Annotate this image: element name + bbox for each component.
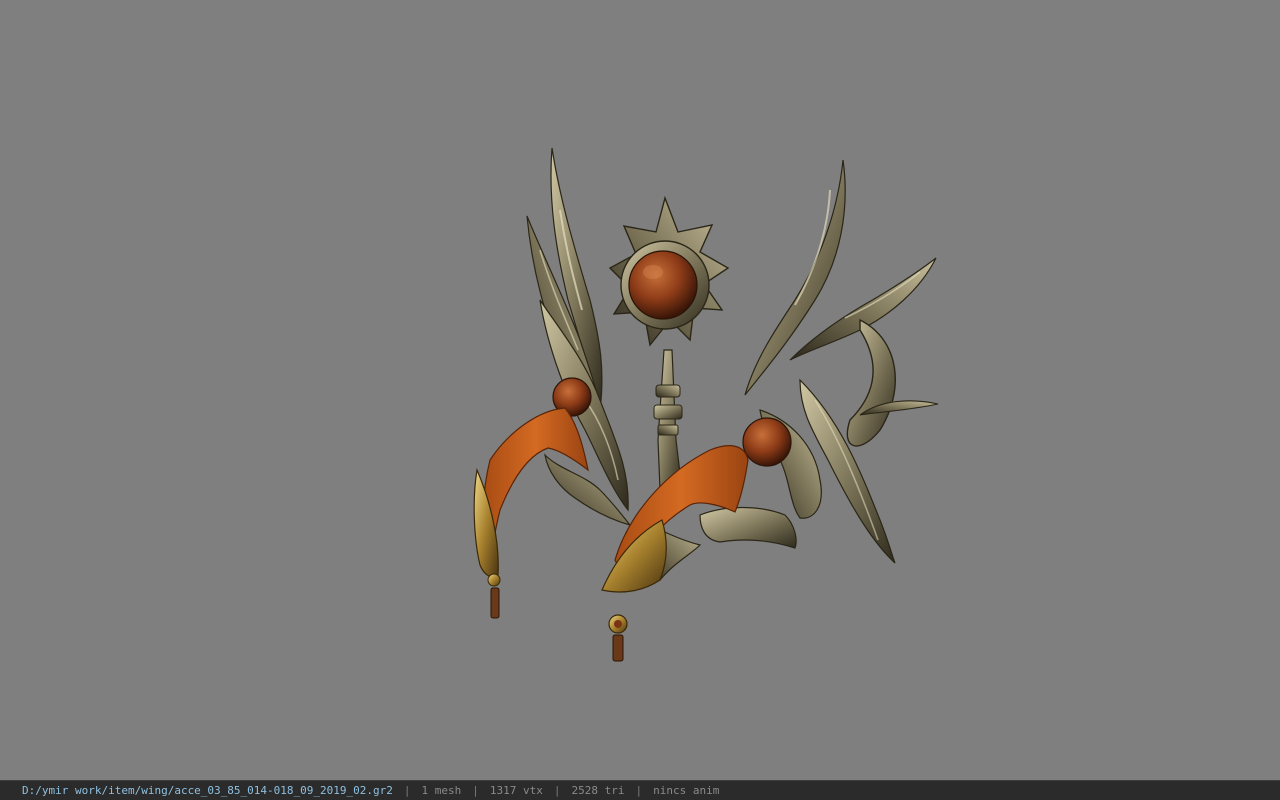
right-wing <box>639 159 939 582</box>
mesh-count: 1 mesh <box>421 784 462 797</box>
center-sun-staff <box>608 195 730 491</box>
left-wing <box>526 147 632 527</box>
file-path: D:/ymir work/item/wing/acce_03_85_014-01… <box>22 784 393 797</box>
separator: | <box>635 784 643 797</box>
3d-viewport[interactable] <box>0 0 1280 780</box>
left-ribbon <box>473 407 589 619</box>
status-bar: D:/ymir work/item/wing/acce_03_85_014-01… <box>0 780 1280 800</box>
triangle-count: 2528 tri <box>571 784 625 797</box>
animation-status: nincs anim <box>653 784 720 797</box>
separator: | <box>472 784 479 797</box>
vertex-count: 1317 vtx <box>489 784 543 797</box>
separator: | <box>553 784 561 797</box>
separator: | <box>403 784 411 797</box>
wing-accessory-model <box>473 147 939 662</box>
